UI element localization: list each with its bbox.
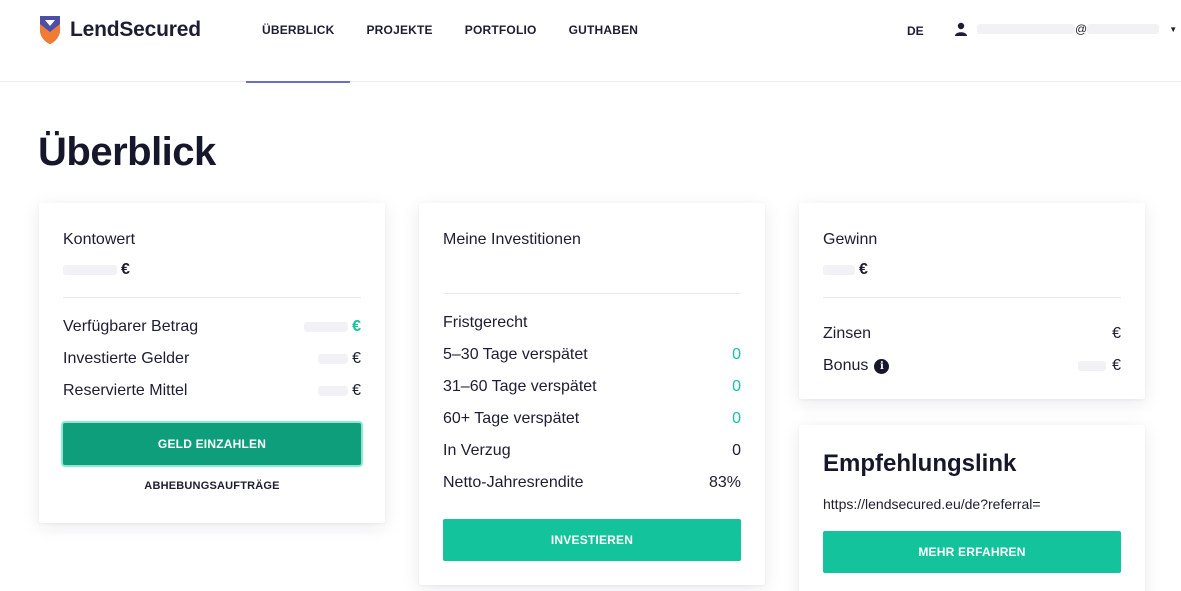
withdrawal-orders-link[interactable]: ABHEBUNGSAUFTRÄGE — [63, 480, 361, 492]
top-navbar: LendSecured ÜBERBLICK PROJEKTE PORTFOLIO… — [0, 0, 1181, 83]
referral-link[interactable]: https://lendsecured.eu/de?referral= — [823, 496, 1045, 512]
main-nav: ÜBERBLICK PROJEKTE PORTFOLIO GUTHABEN — [246, 0, 655, 83]
profit-amount: € — [823, 261, 1121, 279]
invest-button[interactable]: INVESTIEREN — [443, 519, 741, 561]
chevron-down-icon: ▼ — [1169, 24, 1178, 34]
investment-status-row: 31–60 Tage verspätet 0 — [443, 378, 741, 395]
learn-more-button[interactable]: MEHR ERFAHREN — [823, 531, 1121, 573]
user-icon — [955, 22, 967, 36]
investment-status-row: In Verzug 0 — [443, 442, 741, 459]
available-amount-row: Verfügbarer Betrag € — [63, 311, 361, 343]
profit-label: Gewinn — [823, 231, 878, 248]
investment-status-row: Fristgerecht — [443, 314, 528, 331]
nav-item-portfolio[interactable]: PORTFOLIO — [449, 0, 553, 82]
investment-status-row: 60+ Tage verspätet 0 — [443, 410, 741, 427]
nav-item-balance[interactable]: GUTHABEN — [553, 0, 655, 82]
my-investments-card: Meine Investitionen Fristgerecht 5–30 Ta… — [419, 203, 765, 585]
interest-label: Zinsen — [823, 325, 872, 342]
invested-funds-label: Investierte Gelder — [63, 350, 190, 367]
account-value-card: Kontowert € Verfügbarer Betrag € Investi… — [39, 203, 385, 523]
account-value-label: Kontowert — [63, 231, 136, 248]
nav-item-overview[interactable]: ÜBERBLICK — [246, 0, 351, 83]
my-investments-label: Meine Investitionen — [443, 231, 581, 248]
reserved-funds-label: Reservierte Mittel — [63, 382, 188, 399]
investment-status-row: 5–30 Tage verspätet 0 — [443, 346, 741, 363]
brand-name: LendSecured — [70, 18, 201, 41]
bonus-label: Bonus — [823, 357, 869, 374]
page-title: Überblick — [38, 130, 216, 174]
interest-value: € — [1112, 325, 1121, 342]
bonus-row: Bonus i € — [823, 350, 1121, 382]
available-amount-value: € — [304, 318, 361, 336]
nav-item-projects[interactable]: PROJEKTE — [350, 0, 448, 82]
info-icon[interactable]: i — [874, 358, 890, 374]
net-annual-return-row: Netto-Jahresrendite 83% — [443, 474, 741, 491]
reserved-funds-row: Reservierte Mittel € — [63, 375, 361, 407]
shield-logo-icon — [40, 16, 60, 44]
brand-logo[interactable]: LendSecured — [38, 14, 201, 46]
referral-link-card: Empfehlungslink https://lendsecured.eu/d… — [799, 425, 1145, 591]
profit-card: Gewinn € Zinsen € Bonus i € — [799, 203, 1145, 399]
language-switcher[interactable]: DE — [907, 24, 924, 38]
account-value-amount: € — [63, 261, 361, 279]
bonus-value: € — [1078, 357, 1121, 375]
user-menu[interactable]: @ ▼ — [955, 22, 1177, 36]
reserved-funds-value: € — [318, 382, 361, 400]
user-email: @ — [977, 22, 1160, 36]
referral-title: Empfehlungslink — [823, 450, 1017, 477]
deposit-money-button[interactable]: GELD EINZAHLEN — [63, 423, 361, 465]
invested-funds-value: € — [318, 350, 361, 368]
available-amount-label: Verfügbarer Betrag — [63, 318, 199, 335]
invested-funds-row: Investierte Gelder € — [63, 343, 361, 375]
interest-row: Zinsen € — [823, 318, 1121, 350]
